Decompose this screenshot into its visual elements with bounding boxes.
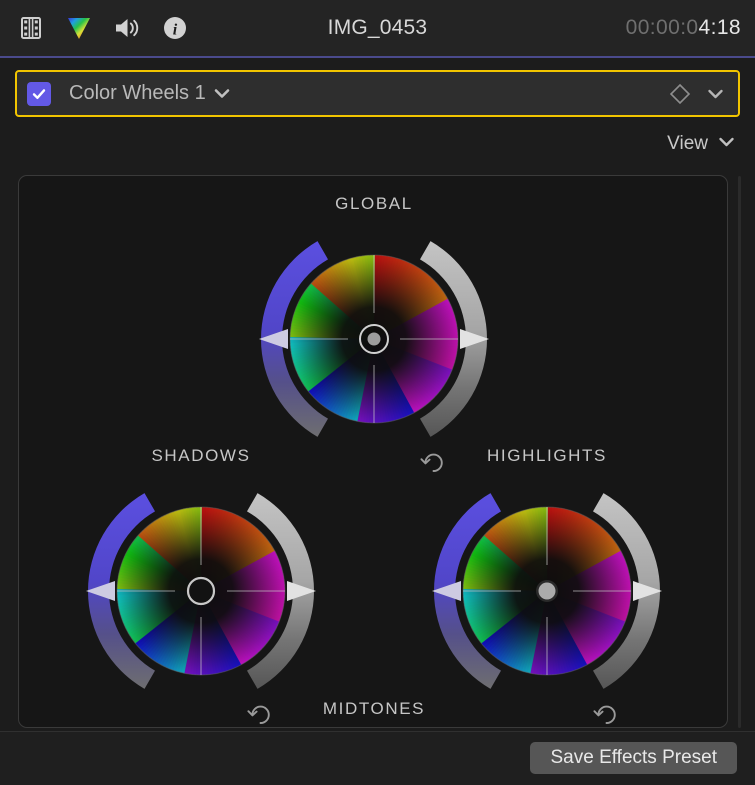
view-dropdown[interactable]: View: [667, 133, 735, 155]
timecode-dim-part: 00:00:0: [625, 16, 699, 39]
effect-header-row[interactable]: Color Wheels 1: [15, 70, 740, 117]
checkmark-icon: [32, 88, 46, 99]
color-wheels-panel: GLOBAL SHADOWS HIGHLIGHTS MIDTONES: [18, 175, 728, 728]
color-wheel-midtones: MIDTONES: [204, 699, 544, 727]
color-wheel-highlights: HIGHLIGHTS: [377, 446, 717, 727]
color-wheel-global: GLOBAL: [204, 194, 544, 484]
inspector-topbar: i IMG_0453 00:00:04:18: [0, 0, 755, 58]
wheel-label-shadows: SHADOWS: [151, 446, 251, 465]
wheel-label-global: GLOBAL: [335, 194, 413, 213]
wheel-svg-global[interactable]: [259, 224, 489, 454]
wheel-body-global[interactable]: [259, 224, 489, 454]
reset-arrow-icon-highlights[interactable]: [590, 701, 616, 727]
color-wheel-shadows: SHADOWS: [31, 446, 371, 727]
color-wheels-inspector: i IMG_0453 00:00:04:18 Color Wheels 1 Vi…: [0, 0, 755, 785]
color-puck-shadows[interactable]: [186, 576, 216, 606]
panel-scrollbar[interactable]: [738, 176, 741, 728]
wheel-svg-shadows[interactable]: [86, 476, 316, 706]
wheel-label-highlights: HIGHLIGHTS: [487, 446, 607, 465]
keyframe-diamond-icon[interactable]: [669, 83, 691, 105]
view-chevron-down-icon[interactable]: [718, 135, 735, 153]
wheel-body-highlights[interactable]: [432, 476, 662, 706]
inspector-bottom-bar: Save Effects Preset: [0, 731, 755, 785]
effect-enable-checkbox[interactable]: [27, 81, 51, 106]
wheel-label-midtones: MIDTONES: [322, 699, 426, 718]
wheel-body-shadows[interactable]: [86, 476, 316, 706]
view-label: View: [667, 133, 708, 154]
effect-name-label: Color Wheels 1: [69, 82, 206, 104]
save-effects-preset-button[interactable]: Save Effects Preset: [530, 742, 737, 774]
timecode-bright-part: 4:18: [698, 16, 741, 39]
timecode-display[interactable]: 00:00:04:18: [626, 16, 741, 40]
color-puck-highlights[interactable]: [536, 580, 558, 602]
wheel-svg-highlights[interactable]: [432, 476, 662, 706]
effect-collapse-chevron-down-icon[interactable]: [707, 88, 724, 100]
effect-name-chevron-down-icon[interactable]: [214, 88, 230, 99]
